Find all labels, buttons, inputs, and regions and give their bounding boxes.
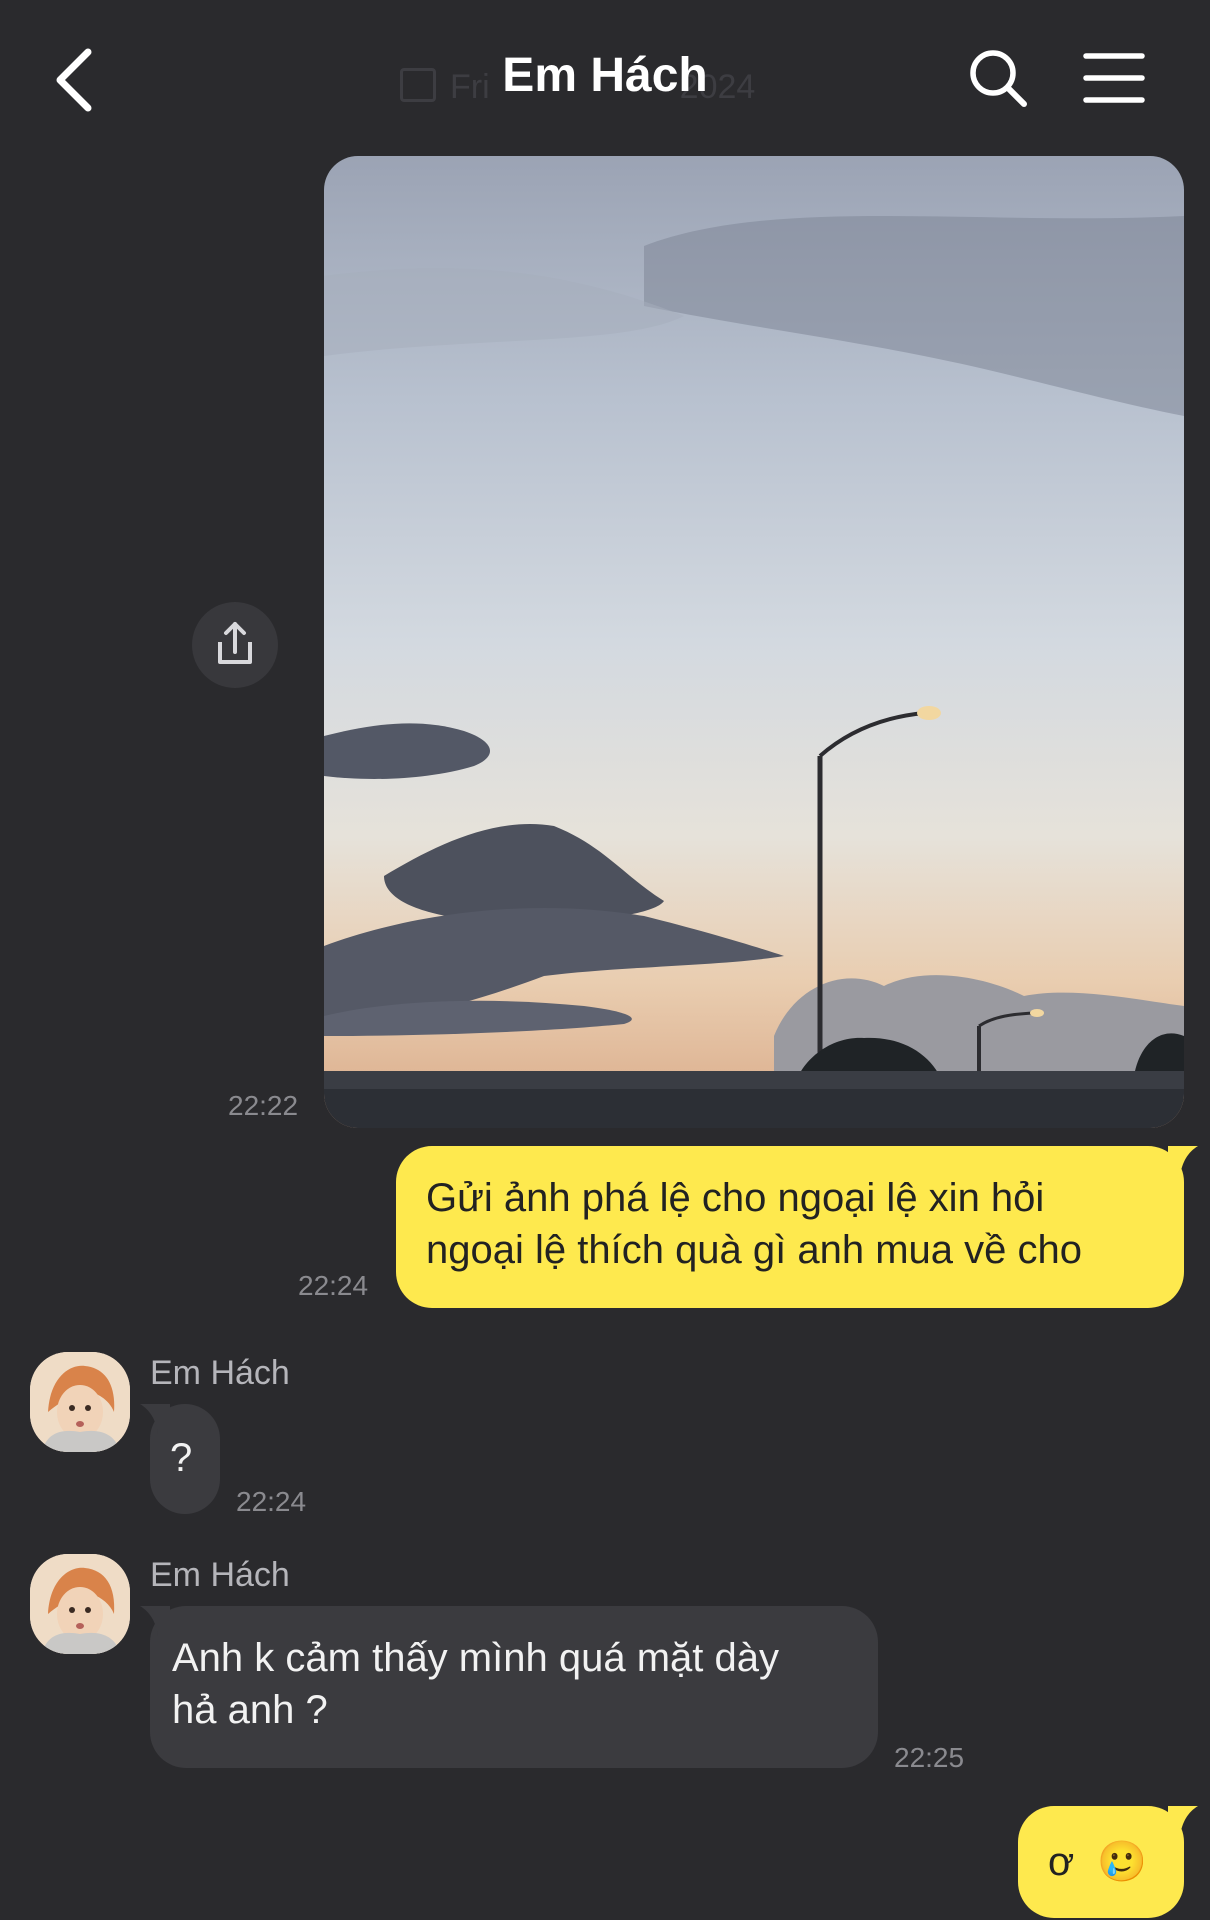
- photo-image: [324, 156, 1184, 1128]
- message-timestamp: 22:25: [894, 1742, 965, 1773]
- message-timestamp: 22:24: [298, 1270, 369, 1301]
- sender-name: Em Hách: [150, 1556, 290, 1594]
- search-button[interactable]: [966, 46, 1030, 110]
- avatar[interactable]: [30, 1554, 130, 1654]
- bubble-tail: [140, 1606, 170, 1636]
- share-photo-button[interactable]: [192, 602, 278, 688]
- avatar-image: [30, 1554, 130, 1654]
- avatar-image: [30, 1352, 130, 1452]
- chat-header: Fri 2024 Em Hách: [0, 0, 1210, 150]
- outgoing-message-bubble[interactable]: ơ 🥲: [1018, 1806, 1184, 1918]
- photo-timestamp: 22:22: [228, 1090, 299, 1121]
- bubble-tail: [140, 1404, 170, 1434]
- hamburger-menu-icon: [1083, 53, 1145, 103]
- avatar[interactable]: [30, 1352, 130, 1452]
- smiling-tear-emoji-icon: 🥲: [1097, 1839, 1148, 1885]
- message-text-line: Anh k cảm thấy mình quá mặt dày: [172, 1636, 779, 1680]
- message-content: ơ 🥲: [1048, 1836, 1147, 1888]
- message-text-line: hả anh ?: [172, 1688, 328, 1732]
- share-icon: [218, 622, 252, 664]
- sender-name: Em Hách: [150, 1354, 290, 1392]
- bubble-tail: [1168, 1806, 1198, 1836]
- message-text-line: Gửi ảnh phá lệ cho ngoại lệ xin hỏi: [426, 1176, 1045, 1220]
- sent-photo-sunset[interactable]: [324, 156, 1184, 1128]
- message-timestamp: 22:24: [236, 1486, 307, 1517]
- outgoing-message-bubble[interactable]: Gửi ảnh phá lệ cho ngoại lệ xin hỏi ngoạ…: [396, 1146, 1184, 1308]
- incoming-message-bubble[interactable]: Anh k cảm thấy mình quá mặt dày hả anh ?: [150, 1606, 878, 1768]
- search-icon: [970, 50, 1027, 107]
- bubble-tail: [1168, 1146, 1198, 1176]
- message-text: ?: [170, 1436, 193, 1480]
- message-text-line: ngoại lệ thích quà gì anh mua về cho: [426, 1228, 1083, 1272]
- message-text: ơ: [1048, 1840, 1075, 1884]
- menu-button[interactable]: [1082, 50, 1146, 106]
